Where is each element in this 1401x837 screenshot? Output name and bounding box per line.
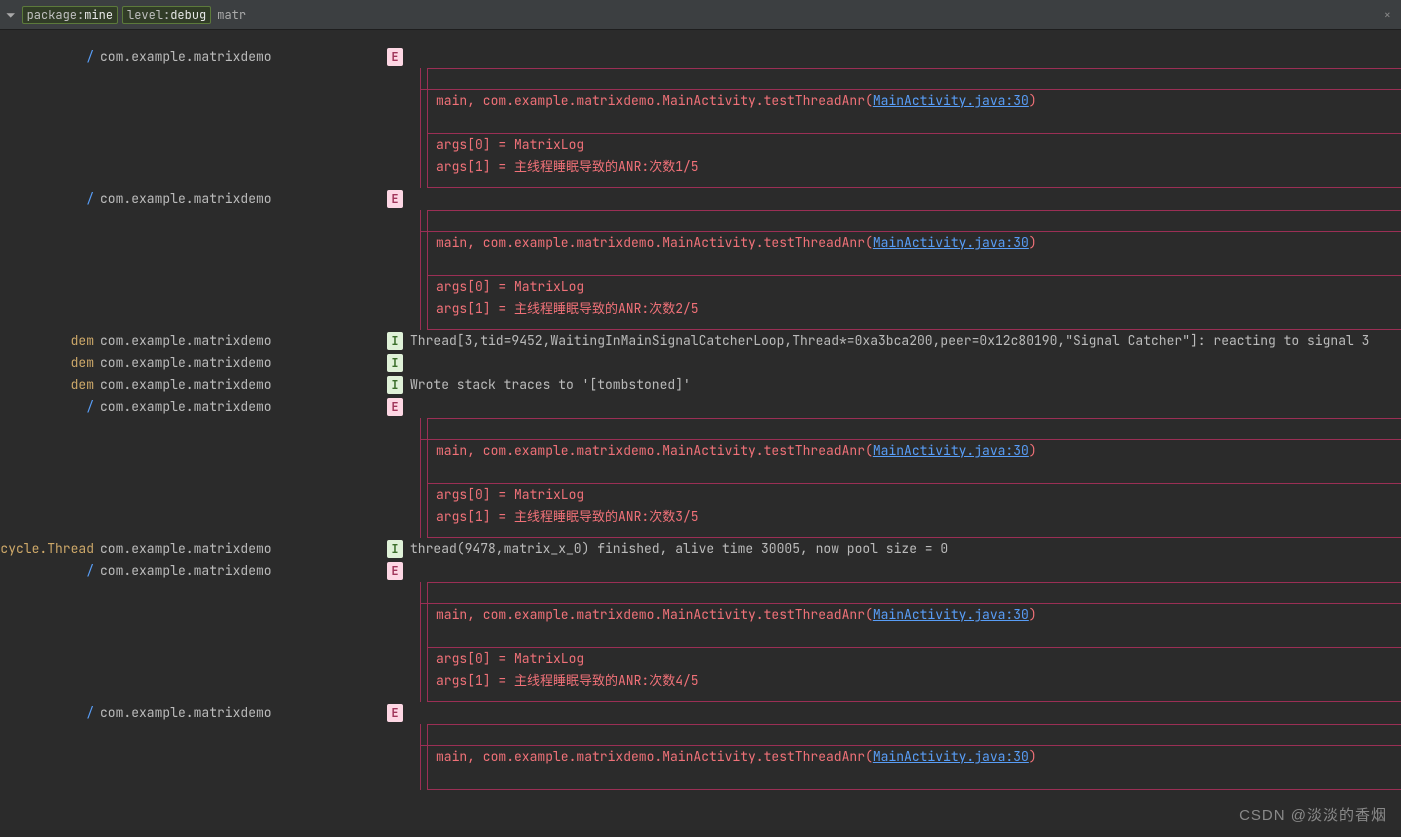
log-message: Wrote stack traces to '[tombstoned]' [410, 374, 1401, 396]
log-level: E [380, 396, 410, 418]
source-link[interactable]: MainActivity.java:30 [873, 234, 1029, 251]
log-package: com.example.matrixdemo [100, 352, 380, 374]
level-badge-E: E [387, 190, 403, 208]
error-arg: args[0] = MatrixLog [436, 486, 584, 503]
log-level: E [380, 702, 410, 724]
filter-key: level: [127, 4, 170, 26]
error-arg: args[0] = MatrixLog [436, 278, 584, 295]
filter-val: debug [170, 4, 206, 26]
log-message: Thread[3,tid=9452,WaitingInMainSignalCat… [410, 330, 1401, 352]
filter-chip-package[interactable]: package:mine [22, 6, 118, 24]
level-badge-I: I [387, 540, 403, 558]
stack-text: main, com.example.matrixdemo.MainActivit… [436, 92, 873, 109]
log-tag: / [0, 188, 100, 210]
filter-key: package: [27, 4, 85, 26]
log-level: I [380, 538, 410, 560]
log-level: E [380, 560, 410, 582]
stack-text-post: ) [1029, 748, 1037, 765]
level-badge-E: E [387, 704, 403, 722]
log-package: com.example.matrixdemo [100, 46, 380, 68]
filter-chip-level[interactable]: level:debug [122, 6, 211, 24]
log-level: E [380, 46, 410, 68]
log-package: com.example.matrixdemo [100, 188, 380, 210]
error-block: main, com.example.matrixdemo.MainActivit… [420, 210, 1401, 330]
source-link[interactable]: MainActivity.java:30 [873, 606, 1029, 623]
log-row: dem com.example.matrixdemo I Wrote stack… [0, 374, 1401, 396]
stack-text: main, com.example.matrixdemo.MainActivit… [436, 748, 873, 765]
log-tag: / [0, 702, 100, 724]
log-package: com.example.matrixdemo [100, 374, 380, 396]
error-arg: args[1] = 主线程睡眠导致的ANR:次数2/5 [436, 300, 699, 317]
log-tag: / [0, 396, 100, 418]
log-output[interactable]: / com.example.matrixdemo E main, com.exa… [0, 30, 1401, 790]
log-level: I [380, 352, 410, 374]
log-level: E [380, 188, 410, 210]
log-filter-bar[interactable]: ⏷ package:mine level:debug matr × [0, 0, 1401, 30]
error-arg: args[1] = 主线程睡眠导致的ANR:次数4/5 [436, 672, 699, 689]
stack-text: main, com.example.matrixdemo.MainActivit… [436, 442, 873, 459]
source-link[interactable]: MainActivity.java:30 [873, 442, 1029, 459]
error-arg: args[1] = 主线程睡眠导致的ANR:次数1/5 [436, 158, 699, 175]
log-tag: dem [0, 374, 100, 396]
source-link[interactable]: MainActivity.java:30 [873, 748, 1029, 765]
log-package: com.example.matrixdemo [100, 560, 380, 582]
log-tag: dem [0, 330, 100, 352]
log-row: / com.example.matrixdemo E [0, 396, 1401, 418]
level-badge-I: I [387, 354, 403, 372]
error-arg: args[0] = MatrixLog [436, 136, 584, 153]
stack-text-post: ) [1029, 234, 1037, 251]
log-tag: / [0, 560, 100, 582]
error-block: main, com.example.matrixdemo.MainActivit… [420, 418, 1401, 538]
log-tag: cycle.Thread [0, 538, 100, 560]
stack-text-post: ) [1029, 606, 1037, 623]
log-row: cycle.Thread com.example.matrixdemo I th… [0, 538, 1401, 560]
source-link[interactable]: MainActivity.java:30 [873, 92, 1029, 109]
level-badge-E: E [387, 398, 403, 416]
log-row: dem com.example.matrixdemo I Thread[3,ti… [0, 330, 1401, 352]
stack-text-post: ) [1029, 442, 1037, 459]
log-level: I [380, 330, 410, 352]
filter-icon[interactable]: ⏷ [6, 4, 16, 26]
log-level: I [380, 374, 410, 396]
log-tag: dem [0, 352, 100, 374]
error-block: main, com.example.matrixdemo.MainActivit… [420, 582, 1401, 702]
level-badge-E: E [387, 562, 403, 580]
level-badge-I: I [387, 376, 403, 394]
log-row: / com.example.matrixdemo E [0, 702, 1401, 724]
close-icon[interactable]: × [1384, 4, 1391, 26]
error-arg: args[1] = 主线程睡眠导致的ANR:次数3/5 [436, 508, 699, 525]
filter-text[interactable]: matr [217, 4, 246, 26]
log-package: com.example.matrixdemo [100, 330, 380, 352]
log-package: com.example.matrixdemo [100, 702, 380, 724]
watermark: CSDN @淡淡的香烟 [1239, 805, 1387, 827]
log-row: / com.example.matrixdemo E [0, 188, 1401, 210]
error-block: main, com.example.matrixdemo.MainActivit… [420, 724, 1401, 790]
error-block: main, com.example.matrixdemo.MainActivit… [420, 68, 1401, 188]
level-badge-E: E [387, 48, 403, 66]
level-badge-I: I [387, 332, 403, 350]
log-row: / com.example.matrixdemo E [0, 560, 1401, 582]
filter-val: mine [84, 4, 113, 26]
stack-text: main, com.example.matrixdemo.MainActivit… [436, 606, 873, 623]
stack-text: main, com.example.matrixdemo.MainActivit… [436, 234, 873, 251]
stack-text-post: ) [1029, 92, 1037, 109]
log-package: com.example.matrixdemo [100, 538, 380, 560]
error-arg: args[0] = MatrixLog [436, 650, 584, 667]
log-row: / com.example.matrixdemo E [0, 46, 1401, 68]
log-package: com.example.matrixdemo [100, 396, 380, 418]
log-tag: / [0, 46, 100, 68]
log-message: thread(9478,matrix_x_0) finished, alive … [410, 538, 1401, 560]
log-row: dem com.example.matrixdemo I [0, 352, 1401, 374]
